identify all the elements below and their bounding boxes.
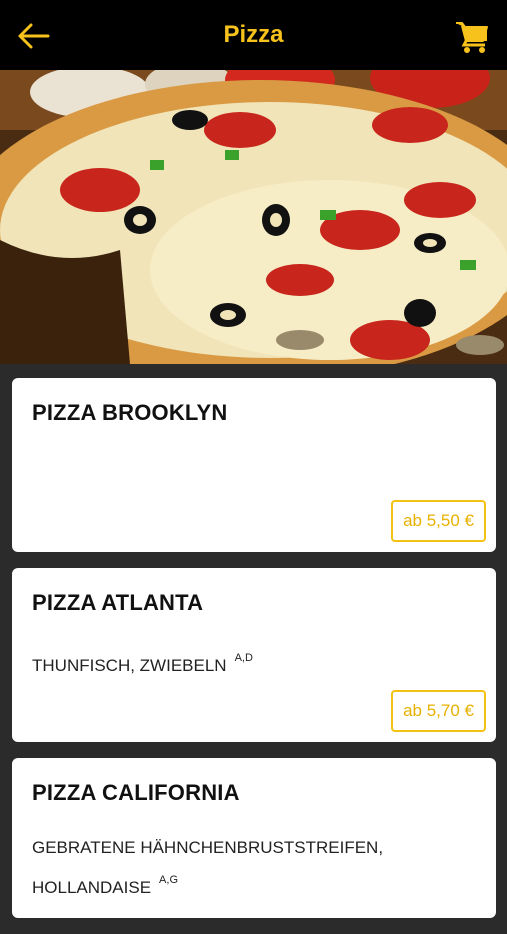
category-hero-image [0, 70, 507, 364]
back-button[interactable] [14, 18, 54, 54]
product-card[interactable]: PIZZA ATLANTA THUNFISCH, ZWIEBELN A,D ab … [12, 568, 496, 742]
product-name: PIZZA CALIFORNIA [32, 780, 240, 805]
product-name: PIZZA BROOKLYN [32, 400, 228, 425]
shopping-cart-icon [456, 22, 488, 53]
app-header: Pizza [0, 0, 507, 70]
ingredients-text: THUNFISCH, ZWIEBELN [32, 656, 227, 675]
cart-button[interactable] [455, 18, 489, 54]
product-card[interactable]: PIZZA CALIFORNIA GEBRATENE HÄHNCHENBRUST… [12, 758, 496, 918]
price-badge[interactable]: ab 5,50 € [391, 500, 486, 542]
allergen-codes: A,D [234, 652, 253, 664]
product-name: PIZZA ATLANTA [32, 590, 204, 615]
arrow-left-icon [18, 23, 50, 49]
product-card[interactable]: PIZZA BROOKLYN ab 5,50 € [12, 378, 496, 552]
allergen-codes: A,G [159, 874, 178, 886]
product-description: THUNFISCH, ZWIEBELN A,D [32, 642, 476, 682]
price-badge[interactable]: ab 5,70 € [391, 690, 486, 732]
product-description: GEBRATENE HÄHNCHENBRUSTSTREIFEN, HOLLAND… [32, 832, 476, 904]
page-title: Pizza [223, 21, 284, 48]
ingredients-text: GEBRATENE HÄHNCHENBRUSTSTREIFEN, HOLLAND… [32, 838, 384, 897]
product-list: PIZZA BROOKLYN ab 5,50 € PIZZA ATLANTA T… [12, 378, 496, 934]
